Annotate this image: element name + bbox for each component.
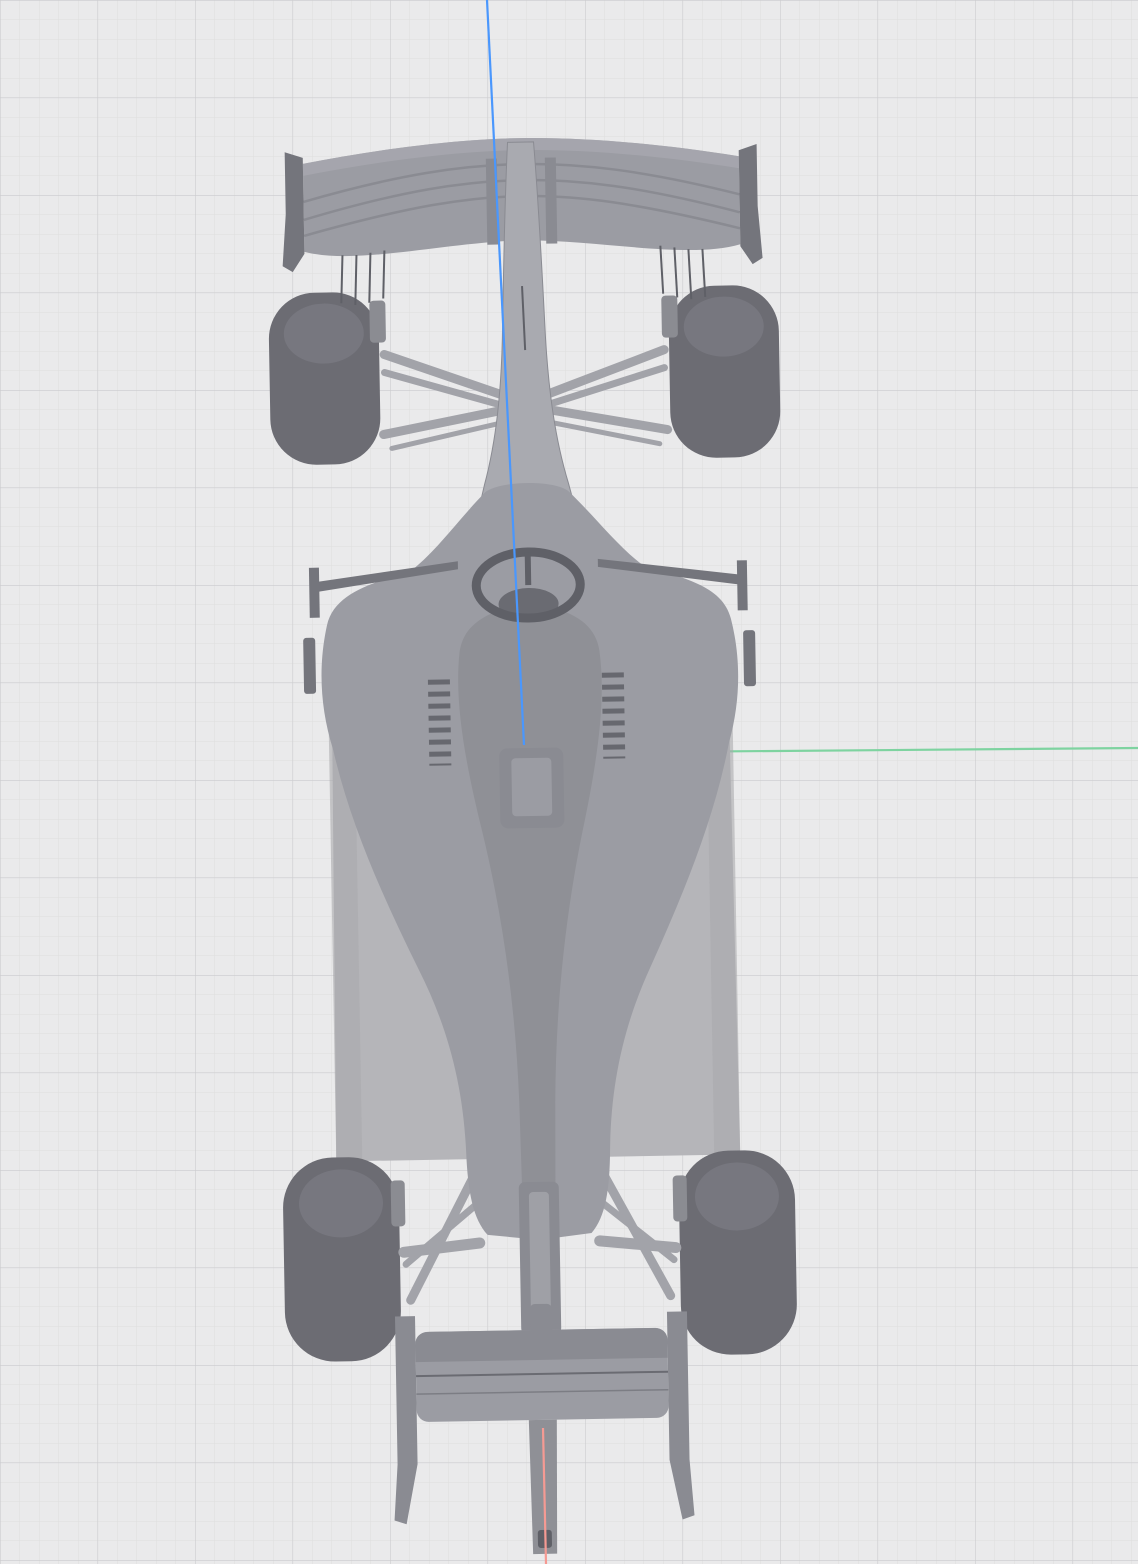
front-left-brake-duct bbox=[369, 300, 386, 343]
front-right-brake-duct bbox=[661, 295, 678, 338]
sidepod-fin-left bbox=[303, 637, 317, 694]
car-model[interactable] bbox=[264, 134, 801, 1559]
deflector-endplate-left bbox=[308, 567, 320, 618]
drs-actuator-pod bbox=[529, 1303, 553, 1335]
halo-center-pillar bbox=[524, 551, 532, 586]
deflector-endplate-right bbox=[736, 560, 748, 611]
sidepod-fin-right bbox=[743, 630, 756, 687]
airbox-inlet bbox=[511, 757, 553, 817]
rear-left-brake-duct bbox=[390, 1180, 406, 1227]
cad-viewport[interactable] bbox=[0, 0, 1138, 1564]
rear-right-brake-duct bbox=[672, 1175, 688, 1222]
front-wing-pylon-right bbox=[544, 157, 558, 244]
viewport-canvas[interactable] bbox=[0, 0, 1138, 1564]
